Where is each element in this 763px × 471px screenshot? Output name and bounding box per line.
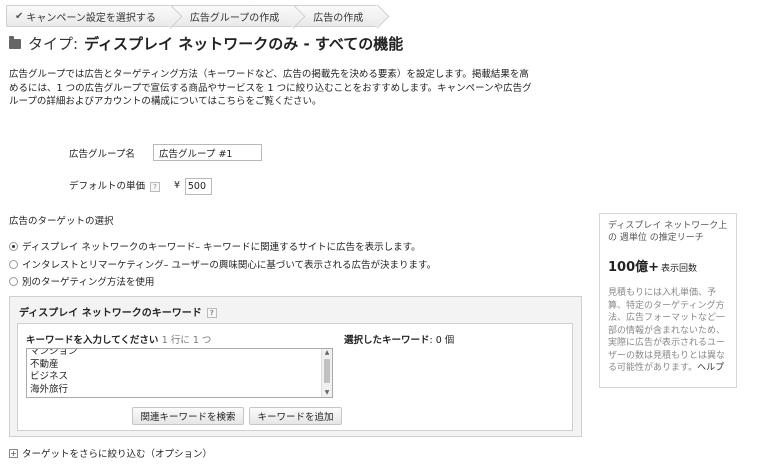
targeting-option-other-method[interactable]: 別のターゲティング方法を使用 [9, 274, 154, 288]
breadcrumb-step-label: 広告の作成 [313, 12, 364, 24]
ad-group-name-input[interactable]: 広告グループ #1 [153, 144, 262, 161]
selected-keywords-count: : 0 個 [429, 335, 455, 346]
keyword-input-title-text: キーワードを入力してください [26, 335, 159, 346]
keyword-panel: ディスプレイ ネットワークのキーワード? キーワードを入力してください 1 行に… [9, 296, 582, 437]
scrollbar-thumb[interactable] [324, 359, 330, 383]
keyword-panel-title-text: ディスプレイ ネットワークのキーワード [19, 308, 202, 319]
default-bid-label: デフォルトの単価? [69, 178, 161, 192]
scroll-up-arrow-icon[interactable]: ▲ [322, 349, 332, 357]
folder-icon [9, 35, 21, 49]
default-bid-value: 500 [187, 181, 206, 192]
radio-button[interactable] [9, 276, 18, 286]
breadcrumb-step-campaign-settings[interactable]: ✔ キャンペーン設定を選択する [6, 5, 170, 27]
targeting-option-label: 別のターゲティング方法を使用 [22, 277, 155, 288]
ad-group-name-value: 広告グループ #1 [159, 148, 233, 160]
breadcrumb-step-create-ad-group[interactable]: 広告グループの作成 [169, 5, 294, 27]
targeting-option-label: インタレストとリマーケティング– ユーザーの興味関心に基づいて表示される広告が決… [22, 260, 437, 271]
reach-estimate-note-text: 見積もりには入札単価、予算、特定のターゲティング方法、広告フォーマットなど一部の… [608, 288, 726, 373]
keyword-textarea[interactable]: マンション 不動産 ビジネス 海外旅行 ▲ ▼ [26, 348, 333, 398]
breadcrumb: ✔ キャンペーン設定を選択する 広告グループの作成 広告の作成 [6, 5, 378, 27]
default-bid-input[interactable]: 500 [185, 178, 212, 195]
keyword-line: 海外旅行 [30, 383, 69, 395]
currency-symbol: ¥ [174, 180, 181, 191]
ad-group-name-label: 広告グループ名 [69, 149, 135, 160]
reach-estimate-box: ディスプレイ ネットワーク上の 週単位 の推定リーチ 100億+ 表示回数 見積も… [599, 213, 737, 388]
reach-estimate-unit: 表示回数 [661, 264, 698, 274]
help-icon[interactable]: ? [206, 308, 217, 318]
narrow-targeting-label: ターゲットをさらに絞り込む（オプション） [22, 449, 213, 460]
reach-estimate-number: 100億+ [608, 260, 660, 275]
help-icon[interactable]: ? [150, 181, 161, 192]
keyword-line: ビジネス [30, 371, 69, 382]
add-keywords-button[interactable]: キーワードを追加 [249, 407, 342, 425]
reach-estimate-value: 100億+ 表示回数 [608, 256, 728, 275]
targeting-section-label: 広告のターゲットの選択 [9, 216, 114, 227]
selected-keywords-title-text: 選択したキーワード [344, 335, 430, 346]
keyword-scrollbar[interactable]: ▲ ▼ [321, 349, 332, 397]
checkmark-icon: ✔ [15, 10, 24, 22]
selected-keywords-title: 選択したキーワード: 0 個 [344, 332, 454, 346]
help-link[interactable]: ヘルプ [697, 363, 724, 373]
radio-button[interactable] [9, 259, 18, 269]
page-title: タイプ: ディスプレイ ネットワークのみ - すべての機能 [9, 33, 403, 54]
expand-icon[interactable]: + [9, 448, 18, 458]
targeting-option-display-keywords[interactable]: ディスプレイ ネットワークのキーワード– キーワードに関連するサイトに広告を表示… [9, 239, 421, 253]
keyword-line: 不動産 [30, 358, 59, 370]
keyword-panel-title: ディスプレイ ネットワークのキーワード? [19, 304, 217, 319]
scroll-down-arrow-icon[interactable]: ▼ [322, 389, 332, 397]
intro-text: 広告グループでは広告とターゲティング方法（キーワードなど、広告の掲載先を決める要… [9, 69, 532, 107]
keyword-input-hint: 1 行に 1 つ [161, 335, 212, 346]
targeting-option-label: ディスプレイ ネットワークのキーワード– キーワードに関連するサイトに広告を表示… [22, 242, 421, 253]
search-related-keywords-button[interactable]: 関連キーワードを検索 [132, 407, 244, 425]
page-title-prefix: タイプ: [28, 35, 79, 53]
breadcrumb-step-label: キャンペーン設定を選択する [26, 12, 156, 24]
targeting-option-interests-remarketing[interactable]: インタレストとリマーケティング– ユーザーの興味関心に基づいて表示される広告が決… [9, 257, 436, 271]
keyword-line: マンション [30, 348, 78, 357]
reach-estimate-note: 見積もりには入札単価、予算、特定のターゲティング方法、広告フォーマットなど一部の… [608, 287, 728, 375]
reach-estimate-title: ディスプレイ ネットワーク上の 週単位 の推定リーチ [608, 221, 728, 243]
keyword-lines: マンション 不動産 ビジネス 海外旅行 [27, 348, 320, 396]
keyword-editor: キーワードを入力してください 1 行に 1 つ 選択したキーワード: 0 個 マ… [17, 323, 573, 431]
narrow-targeting-toggle[interactable]: + ターゲットをさらに絞り込む（オプション） [9, 446, 212, 460]
breadcrumb-step-label: 広告グループの作成 [189, 12, 280, 24]
radio-button[interactable] [9, 241, 18, 251]
default-bid-label-text: デフォルトの単価 [69, 181, 146, 192]
keyword-input-title: キーワードを入力してください 1 行に 1 つ [26, 332, 211, 346]
page-title-text: ディスプレイ ネットワークのみ - すべての機能 [84, 35, 404, 53]
